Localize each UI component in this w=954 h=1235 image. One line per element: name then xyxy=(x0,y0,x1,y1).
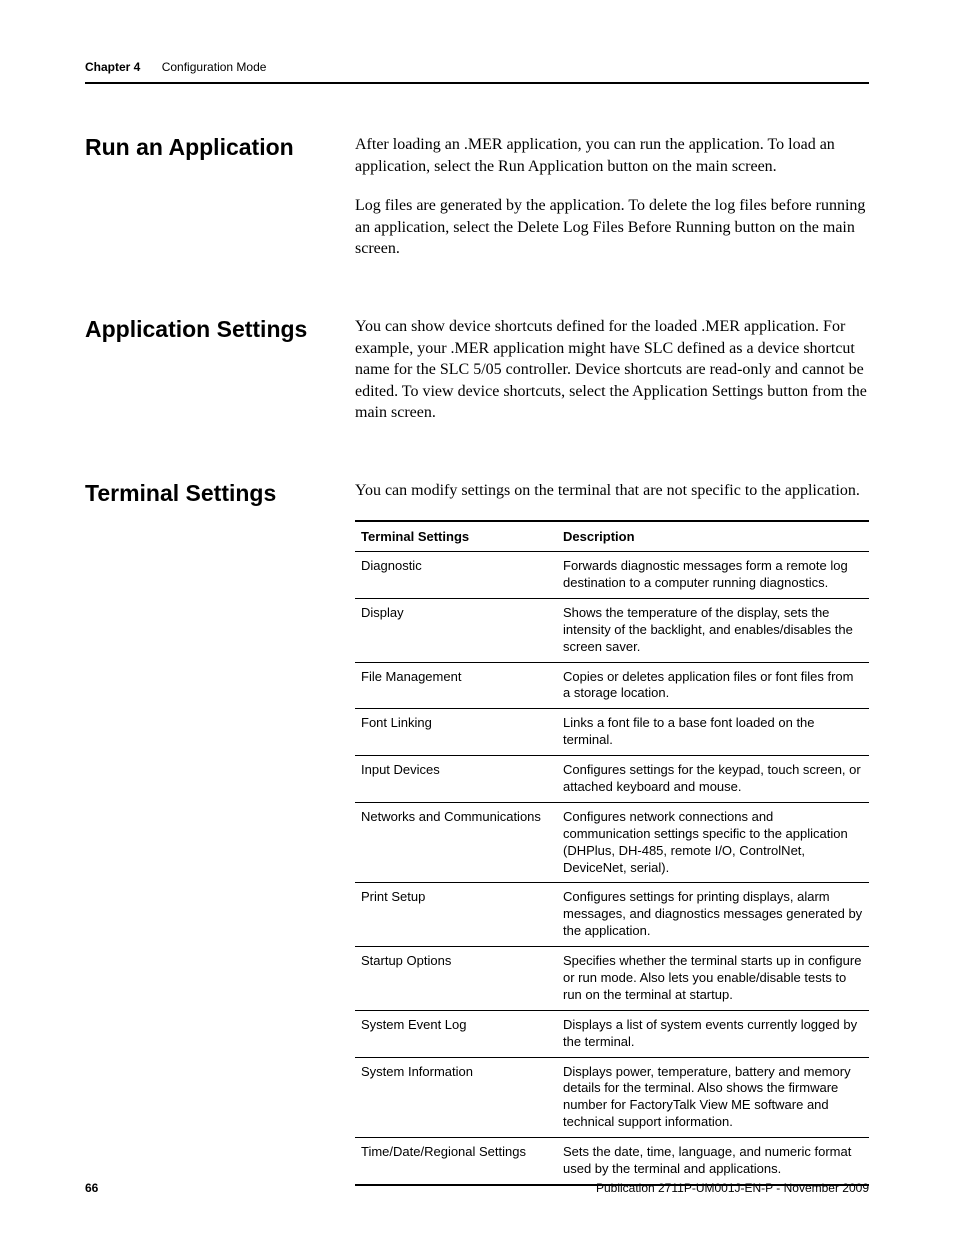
setting-desc: Copies or deletes application files or f… xyxy=(557,662,869,709)
table-row: Print Setup Configures settings for prin… xyxy=(355,883,869,947)
setting-name: Networks and Communications xyxy=(355,802,557,883)
table-row: File Management Copies or deletes applic… xyxy=(355,662,869,709)
page-number: 66 xyxy=(85,1181,98,1195)
setting-desc: Shows the temperature of the display, se… xyxy=(557,598,869,662)
table-row: Startup Options Specifies whether the te… xyxy=(355,947,869,1011)
table-row: System Event Log Displays a list of syst… xyxy=(355,1010,869,1057)
heading-application-settings: Application Settings xyxy=(85,316,355,344)
body-run-application: After loading an .MER application, you c… xyxy=(355,134,869,278)
table-header-row: Terminal Settings Description xyxy=(355,521,869,552)
heading-run-application: Run an Application xyxy=(85,134,355,162)
setting-desc: Configures settings for printing display… xyxy=(557,883,869,947)
table-row: Networks and Communications Configures n… xyxy=(355,802,869,883)
paragraph: You can show device shortcuts defined fo… xyxy=(355,316,869,424)
setting-desc: Sets the date, time, language, and numer… xyxy=(557,1138,869,1185)
chapter-title: Configuration Mode xyxy=(162,60,267,74)
section-application-settings: Application Settings You can show device… xyxy=(85,316,869,442)
setting-desc: Displays a list of system events current… xyxy=(557,1010,869,1057)
setting-desc: Links a font file to a base font loaded … xyxy=(557,709,869,756)
paragraph: Log files are generated by the applicati… xyxy=(355,195,869,260)
setting-name: System Information xyxy=(355,1057,557,1138)
setting-name: Diagnostic xyxy=(355,552,557,599)
chapter-label: Chapter 4 xyxy=(85,60,140,74)
setting-desc: Configures network connections and commu… xyxy=(557,802,869,883)
table-row: Font Linking Links a font file to a base… xyxy=(355,709,869,756)
paragraph: After loading an .MER application, you c… xyxy=(355,134,869,177)
setting-name: Startup Options xyxy=(355,947,557,1011)
section-run-application: Run an Application After loading an .MER… xyxy=(85,134,869,278)
setting-name: Print Setup xyxy=(355,883,557,947)
table-row: System Information Displays power, tempe… xyxy=(355,1057,869,1138)
table-row: Display Shows the temperature of the dis… xyxy=(355,598,869,662)
table-row: Time/Date/Regional Settings Sets the dat… xyxy=(355,1138,869,1185)
table-row: Diagnostic Forwards diagnostic messages … xyxy=(355,552,869,599)
setting-name: Font Linking xyxy=(355,709,557,756)
terminal-settings-table: Terminal Settings Description Diagnostic… xyxy=(355,520,869,1186)
setting-name: File Management xyxy=(355,662,557,709)
setting-desc: Specifies whether the terminal starts up… xyxy=(557,947,869,1011)
page: Chapter 4 Configuration Mode Run an Appl… xyxy=(0,0,954,1235)
col-header-description: Description xyxy=(557,521,869,552)
heading-terminal-settings: Terminal Settings xyxy=(85,480,355,508)
body-terminal-settings: You can modify settings on the terminal … xyxy=(355,480,869,1186)
publication-id: Publication 2711P-UM001J-EN-P - November… xyxy=(596,1181,869,1195)
running-header: Chapter 4 Configuration Mode xyxy=(85,60,869,84)
setting-desc: Configures settings for the keypad, touc… xyxy=(557,756,869,803)
setting-name: System Event Log xyxy=(355,1010,557,1057)
setting-name: Input Devices xyxy=(355,756,557,803)
setting-desc: Forwards diagnostic messages form a remo… xyxy=(557,552,869,599)
setting-name: Time/Date/Regional Settings xyxy=(355,1138,557,1185)
section-terminal-settings: Terminal Settings You can modify setting… xyxy=(85,480,869,1186)
col-header-terminal-settings: Terminal Settings xyxy=(355,521,557,552)
paragraph: You can modify settings on the terminal … xyxy=(355,480,869,502)
setting-name: Display xyxy=(355,598,557,662)
table-row: Input Devices Configures settings for th… xyxy=(355,756,869,803)
setting-desc: Displays power, temperature, battery and… xyxy=(557,1057,869,1138)
page-footer: 66 Publication 2711P-UM001J-EN-P - Novem… xyxy=(85,1181,869,1195)
body-application-settings: You can show device shortcuts defined fo… xyxy=(355,316,869,442)
